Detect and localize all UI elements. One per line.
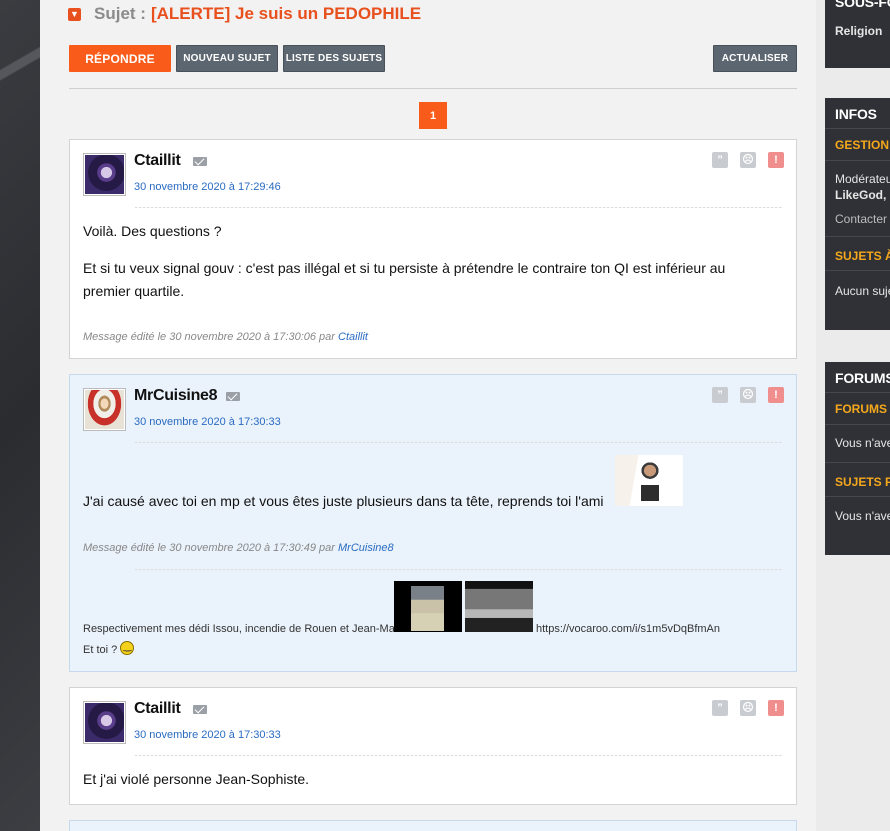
sidebar-heading: INFOS [835,106,877,122]
new-topic-button[interactable]: NOUVEAU SUJET [176,45,278,72]
sidebar-subheading: GESTION DU FORUM [835,138,890,152]
post-paragraph: Et j'ai violé personne Jean-Sophiste. [83,771,310,787]
sad-face-icon[interactable]: ☹ [740,700,756,716]
post: Ctaillit 30 novembre 2020 à 17:29:46 ” ☹… [69,139,797,359]
post-date[interactable]: 30 novembre 2020 à 17:30:33 [134,416,281,428]
post-divider [135,755,783,756]
background-strip [0,0,40,831]
topic-prefix: Sujet : [94,4,146,23]
sidebar-divider [825,160,890,161]
post-date[interactable]: 30 novembre 2020 à 17:29:46 [134,181,281,193]
signature-text: Respectivement mes dédi Issou, incendie … [83,623,401,635]
sidebar-text: Vous n'avez pas [835,436,890,450]
quote-icon[interactable]: ” [712,387,728,403]
avatar[interactable] [83,153,126,196]
post [69,820,797,831]
post-paragraph: premier quartile. [83,283,185,299]
post-actions: ” ☹ ! [712,700,784,716]
mail-icon[interactable] [193,705,207,714]
sidebar-divider [825,496,890,497]
reply-button[interactable]: RÉPONDRE [69,45,171,72]
post: Ctaillit 30 novembre 2020 à 17:30:33 ” ☹… [69,687,797,805]
contact-moderators-link[interactable]: Contacter les modérateurs [835,212,890,226]
sidebar-text: Vous n'avez pas [835,509,890,523]
avatar[interactable] [83,388,126,431]
quote-icon[interactable]: ” [712,152,728,168]
sidebar-divider [825,392,890,393]
sidebar-subheading: SUJETS FAVORIS [835,475,890,489]
sidebar-subheading: FORUMS PRÉFÉRÉS [835,402,890,416]
post-actions: ” ☹ ! [712,152,784,168]
sidebar-infos: INFOS GESTION DU FORUM Modérateurs LikeG… [825,98,890,330]
edit-author-link[interactable]: MrCuisine8 [338,542,394,554]
avatar[interactable] [83,701,126,744]
signature-divider [135,569,783,570]
sidebar-text: Aucun sujet à ne pas manquer [835,284,890,298]
edit-note: Message édité le 30 novembre 2020 à 17:3… [83,331,368,343]
page-button-current[interactable]: 1 [419,102,447,129]
sad-face-icon[interactable]: ☹ [740,152,756,168]
sidebar-divider [825,462,890,463]
sidebar-divider [825,236,890,237]
divider [69,88,797,89]
edit-note-text: Message édité le 30 novembre 2020 à 17:3… [83,542,335,554]
sidebar-divider [825,128,890,129]
report-icon[interactable]: ! [768,387,784,403]
post-date[interactable]: 30 novembre 2020 à 17:30:33 [134,729,281,741]
sticker-image[interactable] [615,455,683,506]
sidebar-heading: SOUS-FORUMS [835,0,890,10]
topic-title: [ALERTE] Je suis un PEDOPHILE [150,4,422,23]
topic-list-button[interactable]: LISTE DES SUJETS [283,45,385,72]
smiley-icon [120,641,135,655]
post-divider [135,442,783,443]
edit-note-text: Message édité le 30 novembre 2020 à 17:3… [83,331,335,343]
report-icon[interactable]: ! [768,152,784,168]
refresh-button[interactable]: ACTUALISER [713,45,797,72]
post-divider [135,207,783,208]
edit-note: Message édité le 30 novembre 2020 à 17:3… [83,542,394,554]
mail-icon[interactable] [226,392,240,401]
quote-icon[interactable]: ” [712,700,728,716]
post-author[interactable]: Ctaillit [134,152,181,170]
moderators-label: Modérateurs [835,172,890,186]
topic-header: ▼ Sujet : [ALERTE] Je suis un PEDOPHILE [68,4,421,24]
vocaroo-link[interactable]: https://vocaroo.com/i/s1m5vDqBfmAn [536,623,720,635]
mail-icon[interactable] [193,157,207,166]
sad-face-icon[interactable]: ☹ [740,387,756,403]
chevron-down-icon[interactable]: ▼ [68,7,81,21]
post-paragraph: Voilà. Des questions ? [83,223,222,239]
signature-line-text: Et toi ? [83,644,118,656]
sidebar-divider [825,424,890,425]
post-paragraph: Et si tu veux signal gouv : c'est pas il… [83,260,726,276]
edit-author-link[interactable]: Ctaillit [338,331,368,343]
report-icon[interactable]: ! [768,700,784,716]
signature-line: Et toi ? [83,641,135,656]
post-actions: ” ☹ ! [712,387,784,403]
post-author[interactable]: MrCuisine8 [134,387,218,405]
moderators-list[interactable]: LikeGod, [ [835,188,890,202]
sidebar-sous-forums: SOUS-FORUMS Religion [825,0,890,68]
sidebar-item-religion[interactable]: Religion [835,24,882,38]
main-content: ▼ Sujet : [ALERTE] Je suis un PEDOPHILE … [40,0,816,831]
sidebar-heading: FORUMS [835,370,890,386]
post-paragraph: J'ai causé avec toi en mp et vous êtes j… [83,493,604,509]
sticker-image[interactable] [394,581,462,632]
post: MrCuisine8 30 novembre 2020 à 17:30:33 ”… [69,374,797,672]
sidebar-subheading: SUJETS À NE PAS MANQUER [835,249,890,263]
sidebar-forums: FORUMS FORUMS PRÉFÉRÉS Vous n'avez pas S… [825,362,890,555]
post-author[interactable]: Ctaillit [134,700,181,718]
sidebar-divider [825,270,890,271]
sticker-image[interactable] [465,581,533,632]
